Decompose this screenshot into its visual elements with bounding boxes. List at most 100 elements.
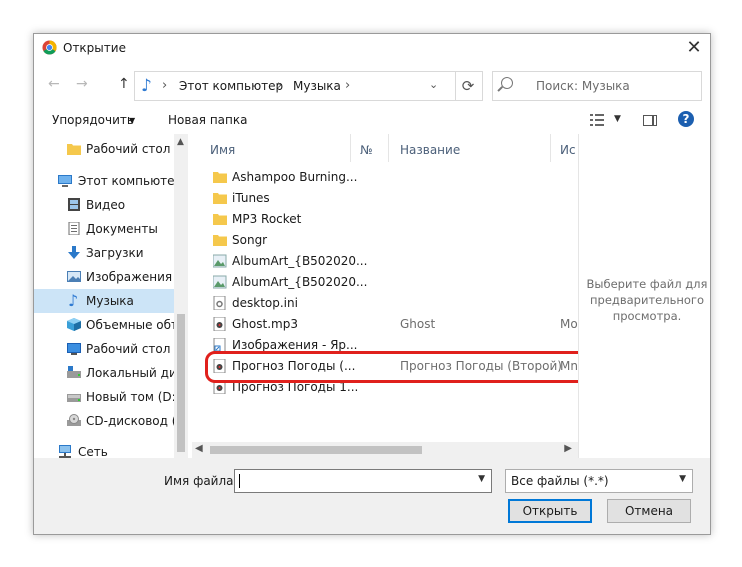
pictures-icon <box>67 271 81 282</box>
column-divider[interactable] <box>388 134 389 162</box>
file-list: ⌃ Имя № Название Ис Ashampoo Burning... … <box>192 134 578 458</box>
view-options-icon[interactable] <box>590 114 604 126</box>
music-note-icon: ♪ <box>141 76 152 96</box>
close-icon[interactable]: ✕ <box>678 34 710 62</box>
sidebar-item-music[interactable]: ♪ Музыка <box>34 289 174 313</box>
folder-icon <box>213 172 227 183</box>
horizontal-scroll-thumb[interactable] <box>210 446 422 454</box>
sidebar-scroll-thumb[interactable] <box>177 314 185 452</box>
dialog-footer: Имя файла: ▼ Все файлы (*.*) ▼ Открыть О… <box>34 458 710 534</box>
horizontal-scrollbar[interactable]: ◀ ▶ <box>192 442 578 458</box>
sidebar-item-downloads[interactable]: Загрузки <box>34 241 174 265</box>
sidebar-item-desktop[interactable]: Рабочий стол <box>34 337 174 361</box>
sidebar-item-desktop-pinned[interactable]: Рабочий стол <box>34 137 174 161</box>
help-icon[interactable]: ? <box>678 111 694 127</box>
sidebar-item-documents[interactable]: Документы <box>34 217 174 241</box>
audio-file-icon <box>213 317 226 331</box>
preview-message: Выберите файл для предварительного просм… <box>586 277 708 323</box>
open-button[interactable]: Открыть <box>508 499 592 523</box>
file-row[interactable]: MP3 Rocket <box>209 209 578 230</box>
file-row[interactable]: AlbumArt_{B502020... <box>209 272 578 293</box>
folder-icon <box>213 214 227 225</box>
up-arrow-icon[interactable]: ↑ <box>118 76 130 92</box>
network-icon <box>59 445 71 458</box>
file-artist: Mo <box>560 317 578 331</box>
sidebar-item-3d-objects[interactable]: Объемные объ <box>34 313 180 337</box>
sidebar-item-network[interactable]: Сеть <box>34 440 174 458</box>
file-type-value: Все файлы (*.*) <box>511 474 609 488</box>
file-name: AlbumArt_{B502020... <box>232 275 368 289</box>
sidebar-item-label: Документы <box>86 222 158 236</box>
file-name: AlbumArt_{B502020... <box>232 254 368 268</box>
preview-pane-icon[interactable] <box>643 115 657 126</box>
sidebar-item-video[interactable]: Видео <box>34 193 174 217</box>
sidebar-item-label: Музыка <box>86 294 134 308</box>
chevron-down-icon[interactable]: ▼ <box>478 474 485 484</box>
search-box[interactable]: Поиск: Музыка <box>492 71 702 101</box>
file-row[interactable]: Ashampoo Burning... <box>209 167 578 188</box>
sort-ascending-icon: ⌃ <box>274 134 282 139</box>
chrome-icon <box>42 40 57 55</box>
sidebar-item-label: Загрузки <box>86 246 144 260</box>
column-header-artist[interactable]: Ис <box>560 143 576 157</box>
caret-down-icon[interactable]: ▼ <box>129 116 135 125</box>
scroll-up-icon[interactable]: ▲ <box>177 137 184 147</box>
scroll-right-icon[interactable]: ▶ <box>564 443 572 454</box>
file-row[interactable]: Songr <box>209 230 578 251</box>
drive-icon <box>67 394 81 402</box>
forward-arrow-icon[interactable]: → <box>76 76 88 92</box>
folder-icon <box>213 193 227 204</box>
file-row[interactable]: Ghost.mp3 Ghost Mo <box>209 314 578 335</box>
address-bar[interactable]: ♪ › Этот компьютер › Музыка › ⌄ <box>134 71 456 101</box>
computer-icon <box>58 175 72 187</box>
view-menu-caret-icon[interactable]: ▼ <box>614 114 621 124</box>
title-bar: Открытие ✕ <box>34 34 710 62</box>
file-row[interactable]: AlbumArt_{B502020... <box>209 251 578 272</box>
chevron-down-icon[interactable]: ⌄ <box>429 78 438 91</box>
image-file-icon <box>213 254 227 268</box>
breadcrumb-this-pc[interactable]: Этот компьютер <box>179 79 283 93</box>
sidebar-item-this-pc[interactable]: Этот компьютер <box>34 169 182 193</box>
sidebar-item-label: Новый том (D:) <box>86 390 181 404</box>
file-name: Изображения - Яр... <box>232 338 358 352</box>
organize-button[interactable]: Упорядочить <box>52 113 134 127</box>
breadcrumb-music[interactable]: Музыка <box>293 79 341 93</box>
column-header-name[interactable]: Имя <box>210 143 235 157</box>
highlight-annotation <box>205 351 578 383</box>
chevron-down-icon[interactable]: ▼ <box>679 474 686 484</box>
file-type-select[interactable]: Все файлы (*.*) ▼ <box>505 469 693 493</box>
filename-input[interactable]: ▼ <box>234 469 492 493</box>
sidebar-item-local-disk[interactable]: Локальный дис <box>34 361 183 385</box>
sidebar-item-label: Этот компьютер <box>78 174 183 188</box>
local-disk-icon <box>67 366 81 378</box>
file-name: desktop.ini <box>232 296 298 310</box>
file-row[interactable]: iTunes <box>209 188 578 209</box>
column-header-number[interactable]: № <box>360 143 372 157</box>
folder-icon <box>213 235 227 246</box>
sidebar-item-cd-drive[interactable]: CD-дисковод (F <box>34 409 183 433</box>
file-name: Ashampoo Burning... <box>232 170 358 184</box>
cancel-button[interactable]: Отмена <box>607 499 691 523</box>
breadcrumb-separator-icon[interactable]: › <box>345 78 350 93</box>
breadcrumb-separator-icon[interactable]: › <box>162 78 167 93</box>
scroll-left-icon[interactable]: ◀ <box>195 443 203 454</box>
sidebar-item-new-volume[interactable]: Новый том (D:) <box>34 385 180 409</box>
sidebar-scrollbar[interactable]: ▲ <box>174 134 188 458</box>
column-header-title[interactable]: Название <box>400 143 460 157</box>
file-row[interactable]: desktop.ini <box>209 293 578 314</box>
refresh-button[interactable]: ⟳ <box>454 71 483 101</box>
new-folder-button[interactable]: Новая папка <box>168 113 247 127</box>
file-title: Ghost <box>400 317 436 331</box>
search-icon <box>501 77 513 89</box>
column-divider[interactable] <box>350 134 351 162</box>
column-divider[interactable] <box>550 134 551 162</box>
sidebar-item-label: Локальный дис <box>86 366 184 380</box>
music-icon: ♪ <box>68 291 79 310</box>
sidebar-item-pictures[interactable]: Изображения <box>34 265 174 289</box>
shortcut-icon <box>213 338 226 352</box>
sidebar-item-label: Изображения <box>86 270 173 284</box>
breadcrumb-separator-icon[interactable]: › <box>277 78 282 93</box>
video-icon <box>68 198 80 211</box>
sidebar-item-label: Рабочий стол <box>86 342 171 356</box>
back-arrow-icon[interactable]: ← <box>48 76 60 92</box>
